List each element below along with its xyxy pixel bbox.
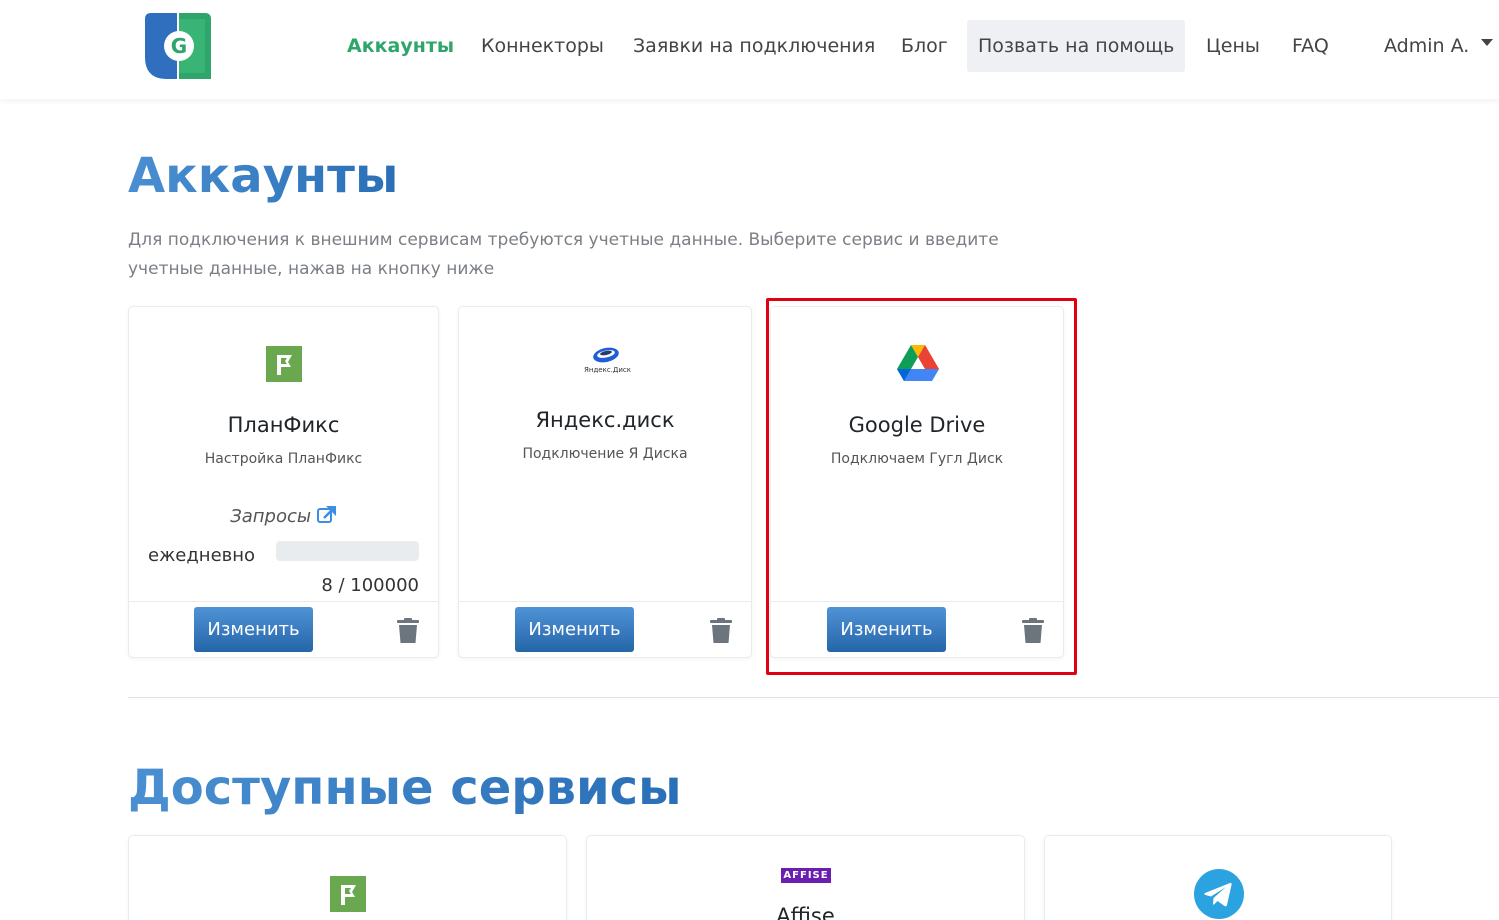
period-label: ежедневно bbox=[148, 545, 256, 566]
card-footer: Изменить bbox=[771, 601, 1063, 657]
top-navbar: G Аккаунты Коннекторы Заявки на подключе… bbox=[0, 0, 1499, 99]
app-logo-icon[interactable]: G bbox=[143, 11, 213, 81]
services-title: Доступные сервисы bbox=[128, 760, 682, 816]
trash-icon[interactable] bbox=[397, 618, 419, 644]
yandex-disk-logo-text: Яндекс.Диск bbox=[584, 366, 631, 374]
card-footer: Изменить bbox=[129, 601, 438, 657]
nav-item-call-for-help[interactable]: Позвать на помощь bbox=[967, 20, 1186, 72]
edit-button[interactable]: Изменить bbox=[515, 607, 634, 652]
svg-text:G: G bbox=[171, 34, 187, 58]
requests-link[interactable]: Запросы bbox=[129, 505, 438, 527]
nav-item-accounts[interactable]: Аккаунты bbox=[347, 20, 454, 72]
service-card-telegram[interactable] bbox=[1044, 835, 1392, 920]
edit-button[interactable]: Изменить bbox=[194, 607, 313, 652]
accounts-subtitle: Для подключения к внешним сервисам требу… bbox=[128, 230, 999, 279]
nav-item-connection-requests[interactable]: Заявки на подключения bbox=[633, 20, 875, 72]
user-name: Admin A. bbox=[1384, 35, 1470, 57]
service-title: Affise bbox=[776, 904, 835, 920]
card-title: Яндекс.диск bbox=[535, 408, 675, 432]
planfix-logo-icon bbox=[266, 346, 302, 382]
usage-progress-bar bbox=[276, 541, 419, 561]
nav-item-prices[interactable]: Цены bbox=[1206, 20, 1260, 72]
edit-button[interactable]: Изменить bbox=[827, 607, 946, 652]
account-card-planfix: ПланФикс Настройка ПланФикс Запросы ежед… bbox=[128, 306, 439, 658]
trash-icon[interactable] bbox=[1022, 618, 1044, 644]
service-card-affise[interactable]: AFFISE Affise bbox=[586, 835, 1025, 920]
requests-label: Запросы bbox=[230, 506, 312, 527]
card-description: Подключение Я Диска bbox=[522, 446, 688, 462]
card-title: ПланФикс bbox=[227, 413, 340, 437]
user-menu-dropdown[interactable]: Admin A. bbox=[1384, 20, 1494, 72]
external-link-icon bbox=[316, 506, 336, 523]
card-title: Google Drive bbox=[848, 413, 986, 437]
nav-item-faq[interactable]: FAQ bbox=[1292, 20, 1329, 72]
telegram-logo-icon bbox=[1194, 869, 1244, 919]
card-description: Подключаем Гугл Диск bbox=[830, 451, 1004, 467]
service-card-planfix[interactable] bbox=[128, 835, 567, 920]
nav-item-connectors[interactable]: Коннекторы bbox=[481, 20, 604, 72]
planfix-logo-icon bbox=[330, 876, 366, 912]
accounts-title: Аккаунты bbox=[128, 148, 399, 204]
section-divider bbox=[128, 697, 1499, 698]
chevron-down-icon bbox=[1481, 39, 1494, 46]
nav-item-blog[interactable]: Блог bbox=[901, 20, 948, 72]
yandex-disk-logo-icon: Яндекс.Диск bbox=[584, 343, 631, 379]
google-drive-logo-icon bbox=[897, 345, 939, 381]
account-card-yandex-disk: Яндекс.Диск Яндекс.диск Подключение Я Ди… bbox=[458, 306, 752, 658]
card-footer: Изменить bbox=[459, 601, 751, 657]
trash-icon[interactable] bbox=[710, 618, 732, 644]
affise-logo-icon: AFFISE bbox=[781, 868, 831, 883]
card-description: Настройка ПланФикс bbox=[204, 451, 363, 467]
usage-count: 8 / 100000 bbox=[321, 575, 419, 596]
account-card-google-drive: Google Drive Подключаем Гугл Диск Измени… bbox=[770, 306, 1064, 658]
